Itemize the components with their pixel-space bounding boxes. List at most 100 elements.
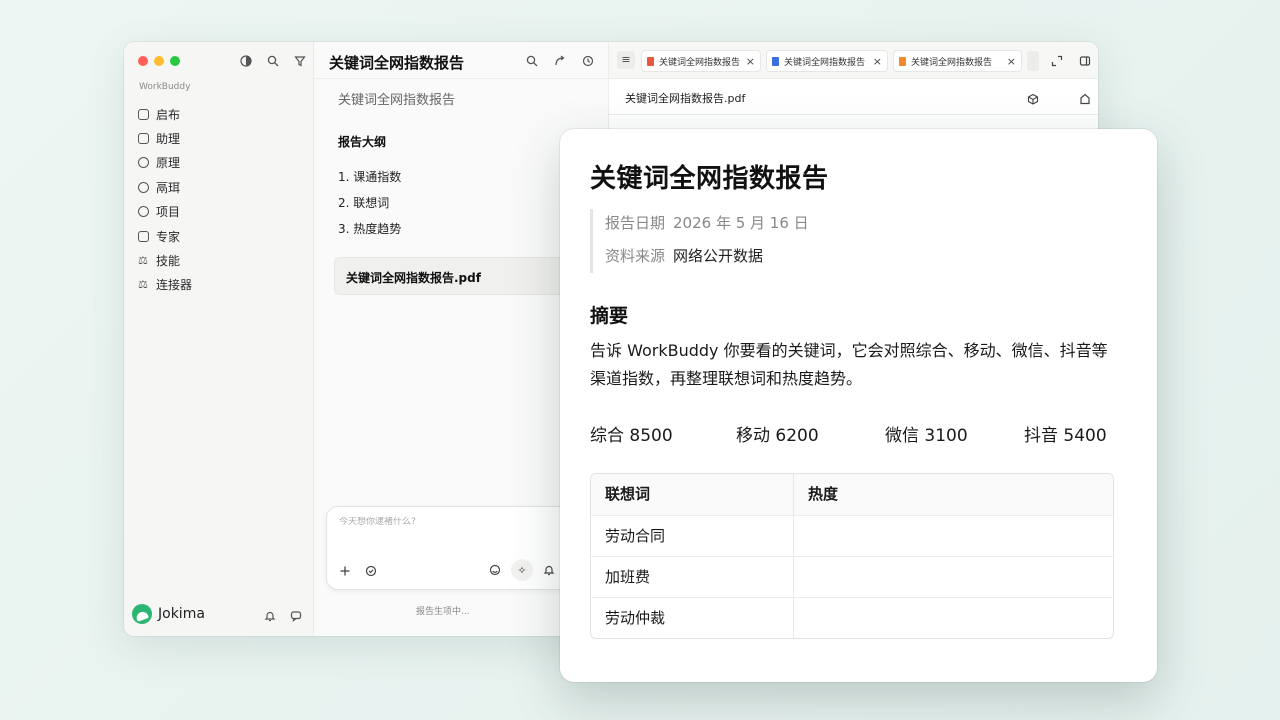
sidebar-item-label: 原理 [156,156,181,171]
bell-icon[interactable] [262,608,278,624]
sidebar-item-7[interactable]: ⚖ 连接器 [138,273,308,297]
sidebar-item-0[interactable]: 启布 [138,102,308,126]
sidebar-item-label: 鬲珥 [156,180,181,195]
sidebar-item-2[interactable]: 原理 [138,151,308,175]
theme-toggle-icon[interactable] [238,53,254,69]
document-toolbar [1025,91,1093,107]
table-row: 劳动仲裁 [591,597,1113,638]
user-toolbar [262,608,304,624]
assistant-icon [138,133,149,145]
tab-report-1[interactable]: 关键词全网指数报告 × [641,50,761,72]
doc-file-icon [772,56,779,66]
sidebar-nav: 启布 助理 原理 鬲珥 项目 专家 ⚖ 技能 ⚖ 连接器 [138,102,308,297]
table-cell [794,598,1113,638]
search-icon[interactable] [524,53,540,69]
sidebar-item-5[interactable]: 专家 [138,224,308,248]
meta-source: 资料来源 网络公开数据 [605,242,890,275]
column-header: 热度 [808,485,839,503]
tab-label: 关键词全网指数报告 [911,57,993,68]
pdf-file-card[interactable]: 关键词全网指数报告.pdf [334,257,594,295]
principle-icon [138,157,149,169]
table-row: 劳动合同 [591,515,1113,556]
slides-file-icon [899,56,906,66]
outline-heading: 报告大纲 [338,135,387,149]
meta-date-label: 报告日期 [605,214,666,232]
table-row: 加班费 [591,556,1113,597]
sidebar-item-label: 专家 [156,229,181,244]
chat-input[interactable] [339,517,579,527]
plus-icon[interactable] [337,563,353,579]
chat-composer: ✧ [326,506,596,590]
message-icon[interactable] [288,608,304,624]
keyword-table: 联想词 热度 劳动合同 加班费 劳动仲裁 [590,473,1114,639]
sidebar-item-4[interactable]: 项目 [138,200,308,224]
list-item: 3. 热度趋势 [338,222,402,236]
summary-heading: 摘要 [590,305,629,327]
stat-wechat: 微信 3100 [885,426,968,446]
close-icon[interactable]: × [1007,55,1016,68]
list-item: 2. 联想词 [338,196,390,210]
stat-overall: 综合 8500 [590,426,673,446]
avatar [132,604,152,624]
mode-icon[interactable] [487,562,503,578]
table-cell [794,557,1113,597]
package-icon[interactable] [1025,91,1041,107]
tab-label: 关键词全网指数报告 [659,57,741,68]
sidebar-item-label: 技能 [156,254,181,269]
file-card-label: 关键词全网指数报告.pdf [346,271,481,285]
sidebar-item-6[interactable]: ⚖ 技能 [138,248,308,272]
close-icon[interactable]: × [746,55,755,68]
page-title: 关键词全网指数报告 [329,54,465,72]
share-icon[interactable] [552,53,568,69]
sidebar-item-label: 连接器 [156,278,193,293]
document-filename: 关键词全网指数报告.pdf [625,92,746,105]
status-text: 报告生项中... [416,607,470,617]
column-header: 联想词 [591,474,794,515]
maximize-window-button[interactable] [170,56,180,66]
user-profile[interactable]: Jokima [132,604,205,624]
document-meta: 报告日期 2026 年 5 月 16 日 资料来源 网络公开数据 [590,209,890,273]
skills-icon: ⚖ [138,254,148,268]
sidebar: WorkBuddy 启布 助理 原理 鬲珥 项目 专家 ⚖ 技能 ⚖ 连接器 J… [124,42,314,636]
bell-icon[interactable] [541,562,557,578]
expand-icon[interactable] [1049,53,1065,69]
sparkle-icon[interactable]: ✧ [511,559,533,581]
document-title: 关键词全网指数报告 [590,164,829,194]
search-icon[interactable] [265,53,281,69]
meta-date-value: 2026 年 5 月 16 日 [673,214,809,232]
sidebar-item-label: 项目 [156,205,181,220]
tab-report-3[interactable]: 关键词全网指数报告 × [893,50,1022,72]
menu-icon[interactable]: ≡ [617,51,635,69]
tab-report-2[interactable]: 关键词全网指数报告 × [766,50,888,72]
meta-source-value: 网络公开数据 [673,247,764,265]
summary-text: 告诉 WorkBuddy 你要看的关键词，它会对照综合、移动、微信、抖音等渠道指… [590,341,1108,388]
history-icon[interactable] [580,53,596,69]
panel-toggle-icon[interactable] [1077,53,1093,69]
open-external-icon[interactable] [1077,91,1093,107]
stat-mobile: 移动 6200 [736,426,819,446]
shield-icon [138,230,149,242]
user-name: Jokima [158,606,205,622]
sidebar-item-3[interactable]: 鬲珥 [138,175,308,199]
minimize-window-button[interactable] [154,56,164,66]
plus-square-icon [138,108,149,120]
connector-icon: ⚖ [138,278,148,292]
divider [314,78,608,79]
sidebar-item-1[interactable]: 助理 [138,126,308,150]
conversation-subtitle: 关键词全网指数报告 [338,93,456,108]
table-header-row: 联想词 热度 [591,474,1113,515]
tab-overflow[interactable] [1027,51,1039,71]
close-icon[interactable]: × [873,55,882,68]
filter-icon[interactable] [292,53,308,69]
composer-left-tools [337,563,379,579]
tab-label: 关键词全网指数报告 [784,57,866,68]
project-icon [138,206,149,218]
tab-bar: ≡ 关键词全网指数报告 × 关键词全网指数报告 × 关键词全网指数报告 × [609,42,1098,79]
close-window-button[interactable] [138,56,148,66]
table-cell: 劳动仲裁 [591,598,794,638]
brand-label: WorkBuddy [139,82,191,92]
tab-toolbar [1049,53,1093,69]
stat-douyin: 抖音 5400 [1024,426,1107,446]
check-circle-icon[interactable] [363,563,379,579]
composer-right-tools: ✧ [487,559,557,581]
